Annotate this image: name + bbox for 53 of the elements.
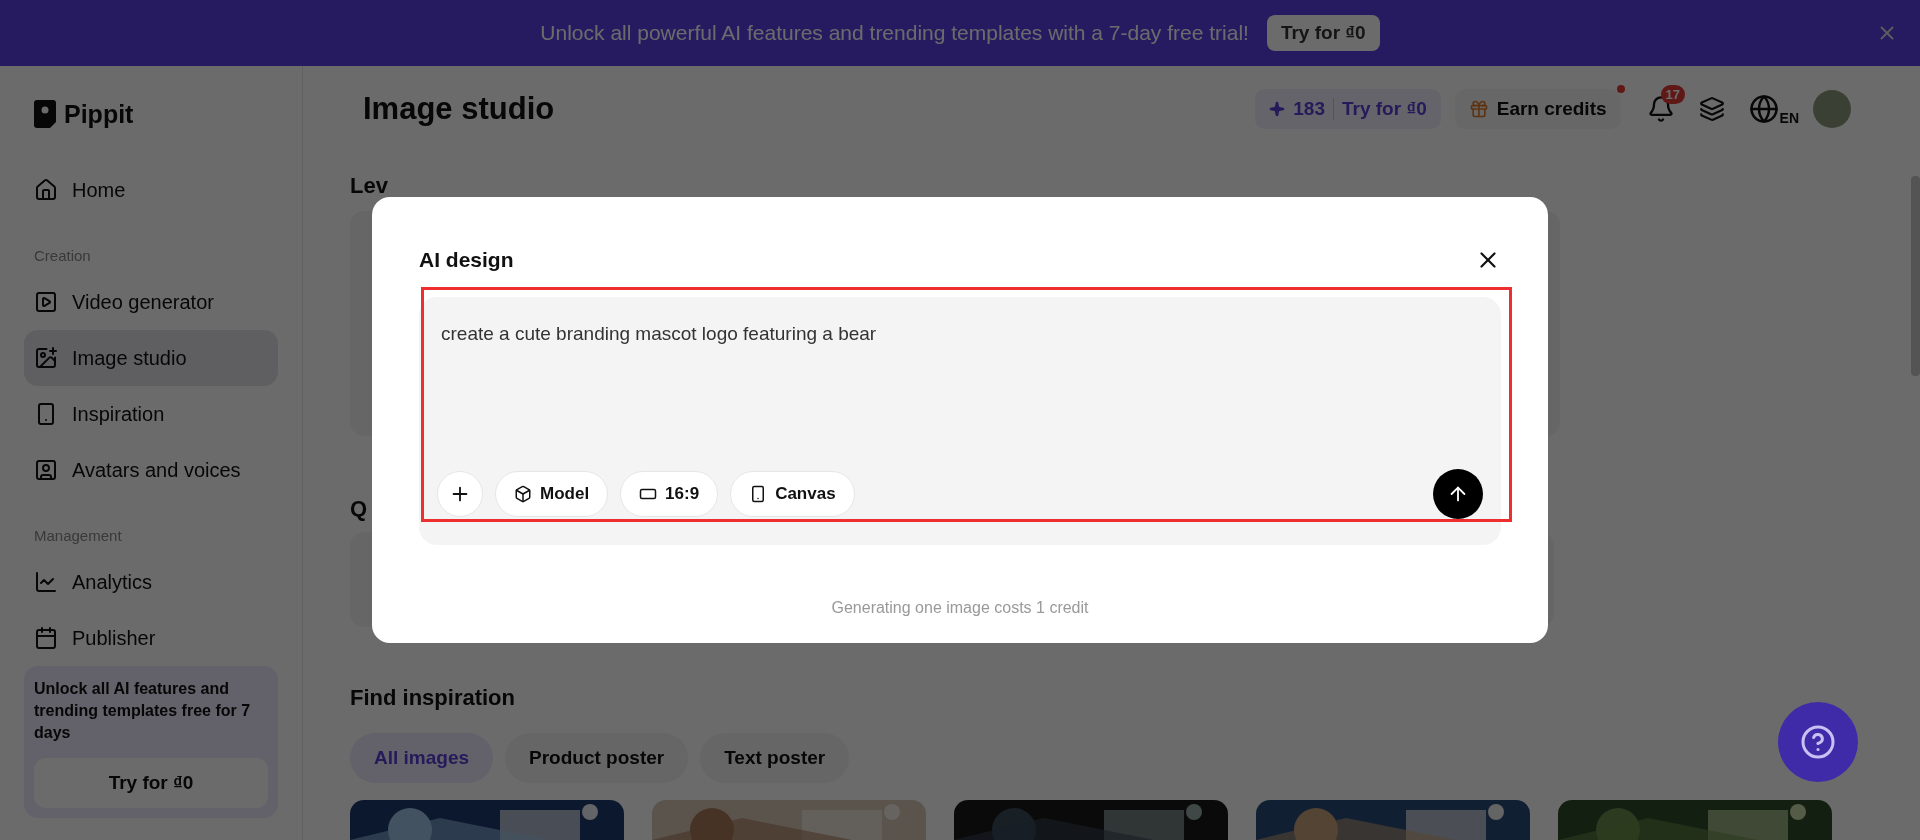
cost-note: Generating one image costs 1 credit — [830, 599, 1090, 617]
nav-item[interactable]: Home — [24, 162, 278, 218]
filter-chip[interactable]: Text poster — [700, 733, 850, 783]
nav-item[interactable]: Analytics — [24, 554, 278, 610]
notification-dot — [1616, 84, 1625, 93]
nav-label: Home — [72, 178, 126, 202]
section-heading: Lev — [350, 173, 389, 199]
logo-icon — [34, 100, 56, 128]
globe-icon[interactable] — [1748, 93, 1779, 124]
nav-label: Inspiration — [72, 402, 165, 426]
nav-label: Analytics — [72, 570, 153, 594]
credits-count: 183 — [1293, 97, 1325, 120]
prompt-field[interactable]: create a cute branding mascot logo featuring a bear Model 16:9 Canvas — [419, 297, 1501, 545]
language-label: EN — [1779, 109, 1799, 126]
trial-button[interactable]: Try for ₫0 — [1266, 15, 1380, 51]
send-button[interactable] — [1433, 469, 1483, 519]
play-icon — [34, 290, 58, 314]
nav-label: Video generator — [72, 290, 214, 314]
user-icon — [34, 458, 58, 482]
banner-text: Unlock all powerful AI features and trending templates with a 7-day free trial! — [540, 21, 1249, 45]
chart-icon — [34, 570, 58, 594]
dialog-title: AI design — [419, 248, 514, 272]
canvas-button[interactable]: Canvas — [730, 471, 855, 517]
notification-badge: 17 — [1660, 84, 1685, 104]
trial-link[interactable]: Try for ₫0 — [1342, 97, 1427, 120]
section-heading: Find inspiration — [350, 685, 516, 711]
promo-text: Unlock all AI features and trending templates free for 7 days — [34, 679, 252, 743]
calendar-icon — [34, 626, 58, 650]
nav-item[interactable]: Publisher — [24, 610, 278, 666]
nav-label: Image studio — [72, 346, 187, 370]
filter-chip[interactable]: All images — [350, 733, 494, 783]
ratio-button[interactable]: 16:9 — [620, 471, 719, 517]
cube-icon — [514, 485, 532, 503]
logo-text: Pippit — [64, 99, 134, 129]
home-icon — [34, 178, 58, 202]
help-icon — [1800, 724, 1836, 760]
trial-button[interactable]: Try for ₫0 — [34, 758, 268, 808]
add-button[interactable] — [437, 471, 483, 517]
gift-icon — [1468, 98, 1489, 119]
sparkle-icon — [1269, 100, 1286, 117]
nav-item[interactable]: Inspiration — [24, 386, 278, 442]
avatar[interactable] — [1813, 89, 1851, 128]
page-title: Image studio — [363, 90, 555, 127]
nav-item[interactable]: Image studio — [24, 330, 278, 386]
nav-label: Avatars and voices — [72, 458, 241, 482]
nav-label: Publisher — [72, 626, 156, 650]
section-heading: Q — [350, 496, 369, 522]
model-button[interactable]: Model — [495, 471, 609, 517]
filter-chip[interactable]: Product poster — [505, 733, 689, 783]
nav-item[interactable]: Video generator — [24, 274, 278, 330]
image-icon — [34, 346, 58, 370]
nav-item[interactable]: Avatars and voices — [24, 442, 278, 498]
stack-icon[interactable] — [1698, 95, 1725, 122]
